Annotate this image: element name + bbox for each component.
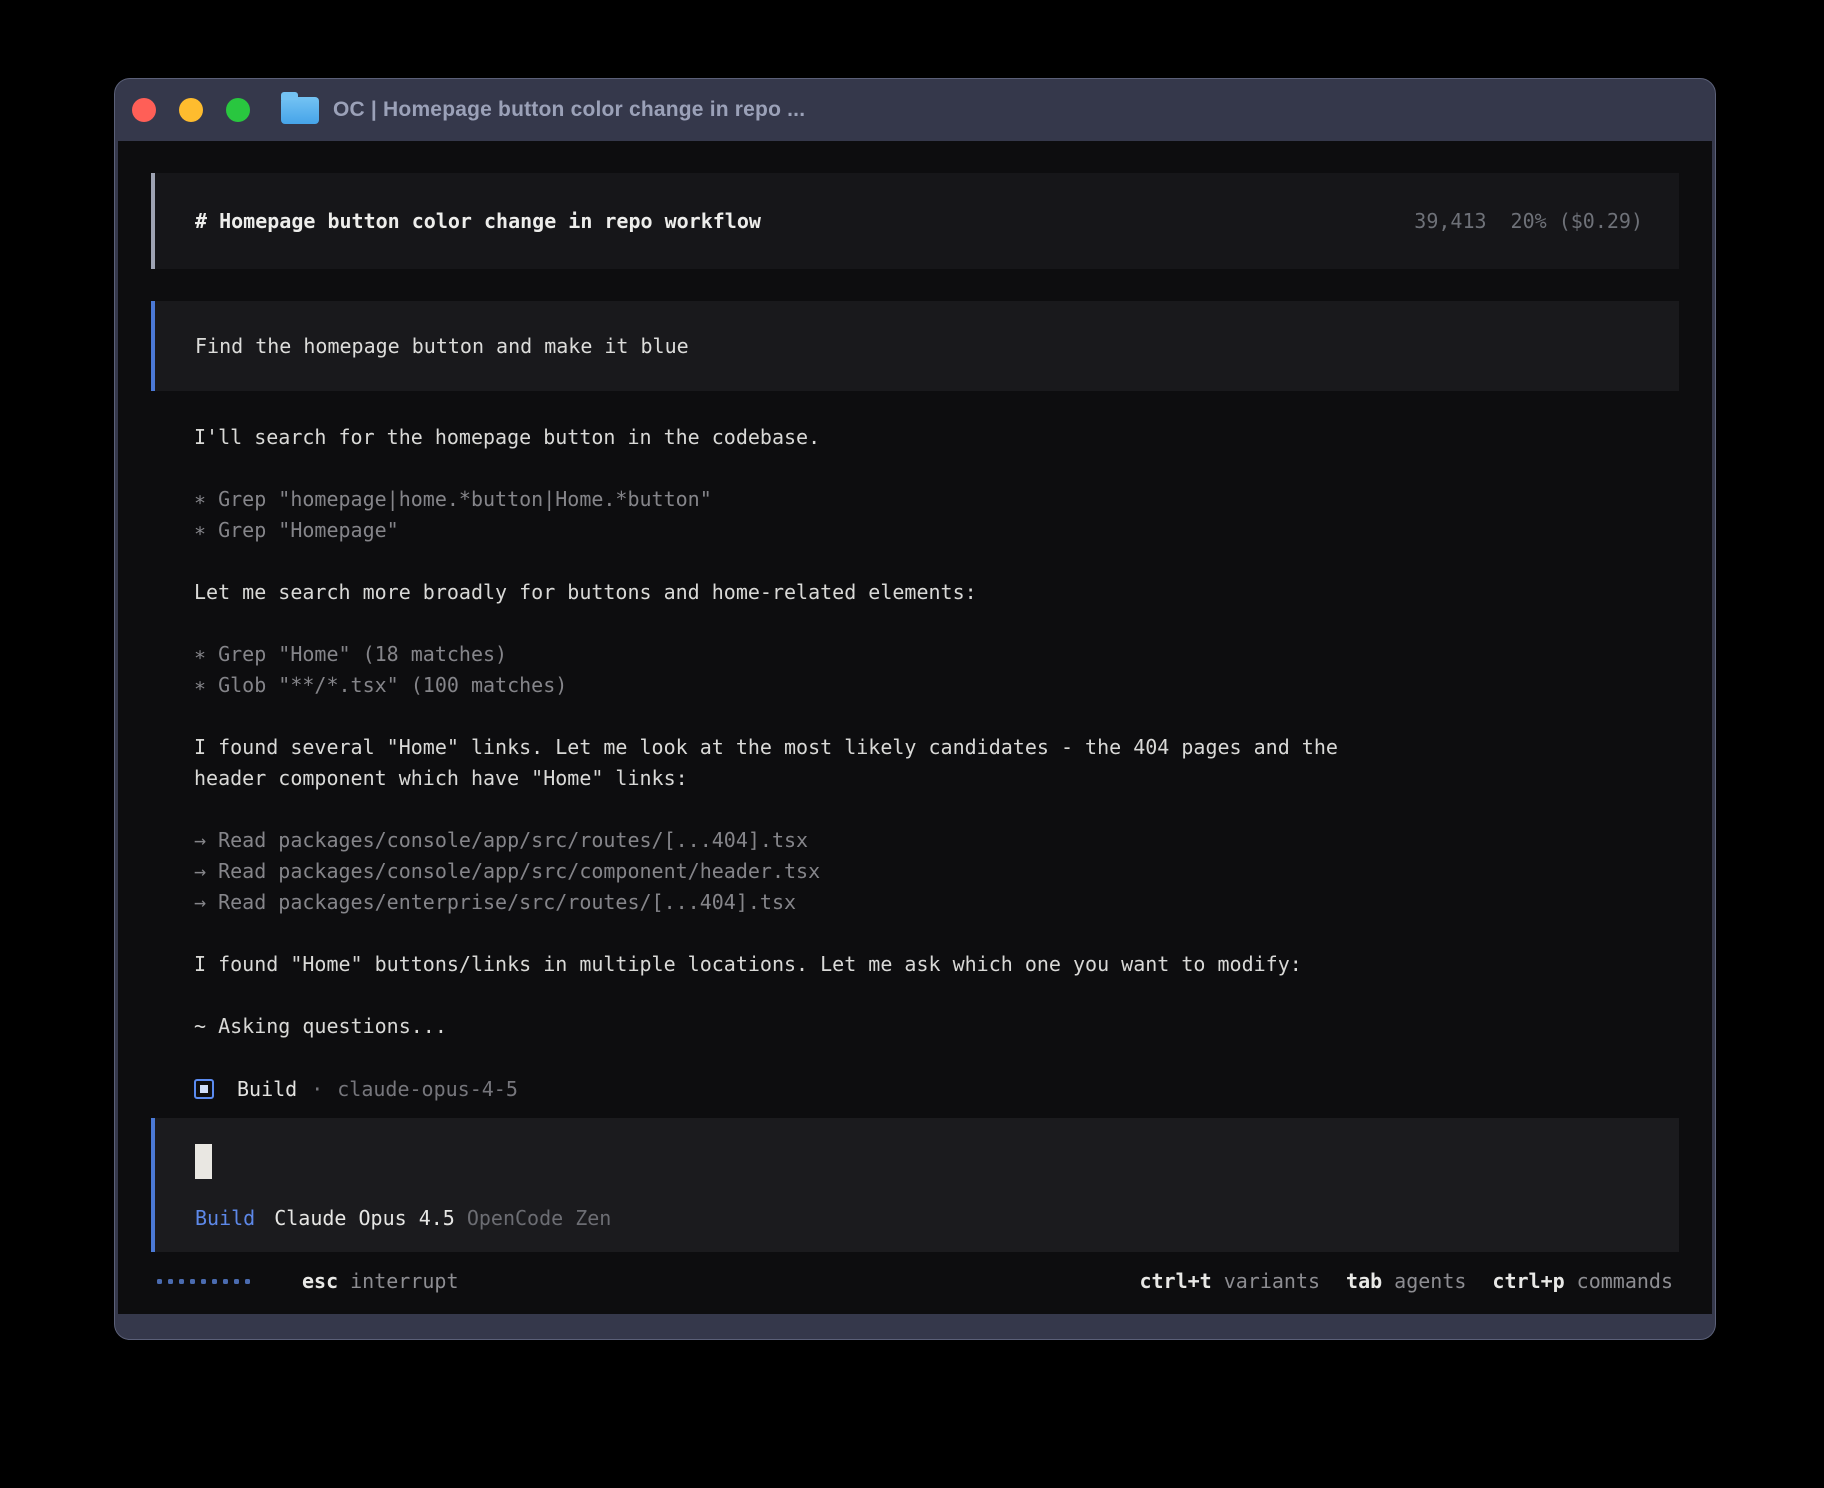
hint-key: ctrl+p: [1492, 1269, 1564, 1293]
assistant-text-line: Let me search more broadly for buttons a…: [194, 577, 1679, 608]
hint-agents: tab agents: [1346, 1269, 1466, 1293]
spinner-dot: [179, 1279, 184, 1284]
agent-build-icon: [194, 1079, 214, 1099]
prompt-meta: Build Claude Opus 4.5 OpenCode Zen: [195, 1206, 1639, 1230]
hint-variants: ctrl+t variants: [1139, 1269, 1320, 1293]
agent-model: claude-opus-4-5: [337, 1077, 518, 1101]
agent-status-row: Build · claude-opus-4-5: [194, 1073, 1679, 1104]
folder-icon: [281, 97, 319, 124]
tool-call-line: ∗ Grep "Homepage": [194, 515, 1679, 546]
zoom-button[interactable]: [226, 98, 250, 122]
spinner-dot: [157, 1279, 162, 1284]
assistant-text-line: header component which have "Home" links…: [194, 763, 1679, 794]
spinner-dot: [212, 1279, 217, 1284]
window-title: OC | Homepage button color change in rep…: [333, 98, 805, 122]
hint-label: interrupt: [350, 1269, 458, 1293]
spinner-dot: [234, 1279, 239, 1284]
window-titlebar[interactable]: OC | Homepage button color change in rep…: [115, 79, 1715, 141]
spinner-dot: [168, 1279, 173, 1284]
assistant-text-line: I found several "Home" links. Let me loo…: [194, 732, 1679, 763]
conversation: I'll search for the homepage button in t…: [151, 391, 1679, 1104]
progress-spinner: [157, 1279, 250, 1284]
separator-dot: ·: [311, 1077, 323, 1101]
tool-call-line: → Read packages/console/app/src/routes/[…: [194, 825, 1679, 856]
agent-name: Build: [237, 1077, 297, 1101]
hint-key: esc: [302, 1269, 338, 1293]
hint-label: variants: [1224, 1269, 1320, 1293]
close-button[interactable]: [132, 98, 156, 122]
hint-key: ctrl+t: [1139, 1269, 1211, 1293]
session-title: # Homepage button color change in repo w…: [195, 209, 761, 233]
statusbar-right: ctrl+t variants tab agents ctrl+p comman…: [1139, 1269, 1673, 1293]
assistant-status-line: ~ Asking questions...: [194, 1011, 1679, 1042]
context-usage: 20% ($0.29): [1511, 209, 1643, 233]
hint-interrupt: esc interrupt: [302, 1269, 459, 1293]
prompt-provider: OpenCode Zen: [467, 1206, 612, 1230]
user-message: Find the homepage button and make it blu…: [151, 301, 1679, 391]
tool-call-line: ∗ Glob "**/*.tsx" (100 matches): [194, 670, 1679, 701]
assistant-text-line: I found "Home" buttons/links in multiple…: [194, 949, 1679, 980]
hint-label: agents: [1394, 1269, 1466, 1293]
tool-call-line: ∗ Grep "Home" (18 matches): [194, 639, 1679, 670]
spinner-dot: [201, 1279, 206, 1284]
statusbar-left: esc interrupt: [157, 1269, 459, 1293]
prompt-model: Claude Opus 4.5: [274, 1206, 455, 1230]
session-header: # Homepage button color change in repo w…: [151, 173, 1679, 269]
hint-key: tab: [1346, 1269, 1382, 1293]
hint-label: commands: [1577, 1269, 1673, 1293]
minimize-button[interactable]: [179, 98, 203, 122]
text-cursor: [195, 1144, 212, 1179]
terminal-window: OC | Homepage button color change in rep…: [114, 78, 1716, 1340]
spinner-dot: [245, 1279, 250, 1284]
session-stats: 39,413 20% ($0.29): [1414, 209, 1643, 233]
tool-call-line: → Read packages/console/app/src/componen…: [194, 856, 1679, 887]
desktop: OC | Homepage button color change in rep…: [0, 0, 1824, 1488]
traffic-lights: [132, 98, 250, 122]
tool-call-line: → Read packages/enterprise/src/routes/[.…: [194, 887, 1679, 918]
prompt-input[interactable]: Build Claude Opus 4.5 OpenCode Zen: [151, 1118, 1679, 1252]
assistant-text-line: I'll search for the homepage button in t…: [194, 422, 1679, 453]
spinner-dot: [223, 1279, 228, 1284]
statusbar: esc interrupt ctrl+t variants tab agents…: [151, 1264, 1679, 1298]
hint-commands: ctrl+p commands: [1492, 1269, 1673, 1293]
user-message-text: Find the homepage button and make it blu…: [195, 334, 689, 358]
tool-call-line: ∗ Grep "homepage|home.*button|Home.*butt…: [194, 484, 1679, 515]
spinner-dot: [190, 1279, 195, 1284]
terminal-content: # Homepage button color change in repo w…: [118, 141, 1712, 1314]
token-count: 39,413: [1414, 209, 1486, 233]
prompt-mode: Build: [195, 1206, 255, 1230]
